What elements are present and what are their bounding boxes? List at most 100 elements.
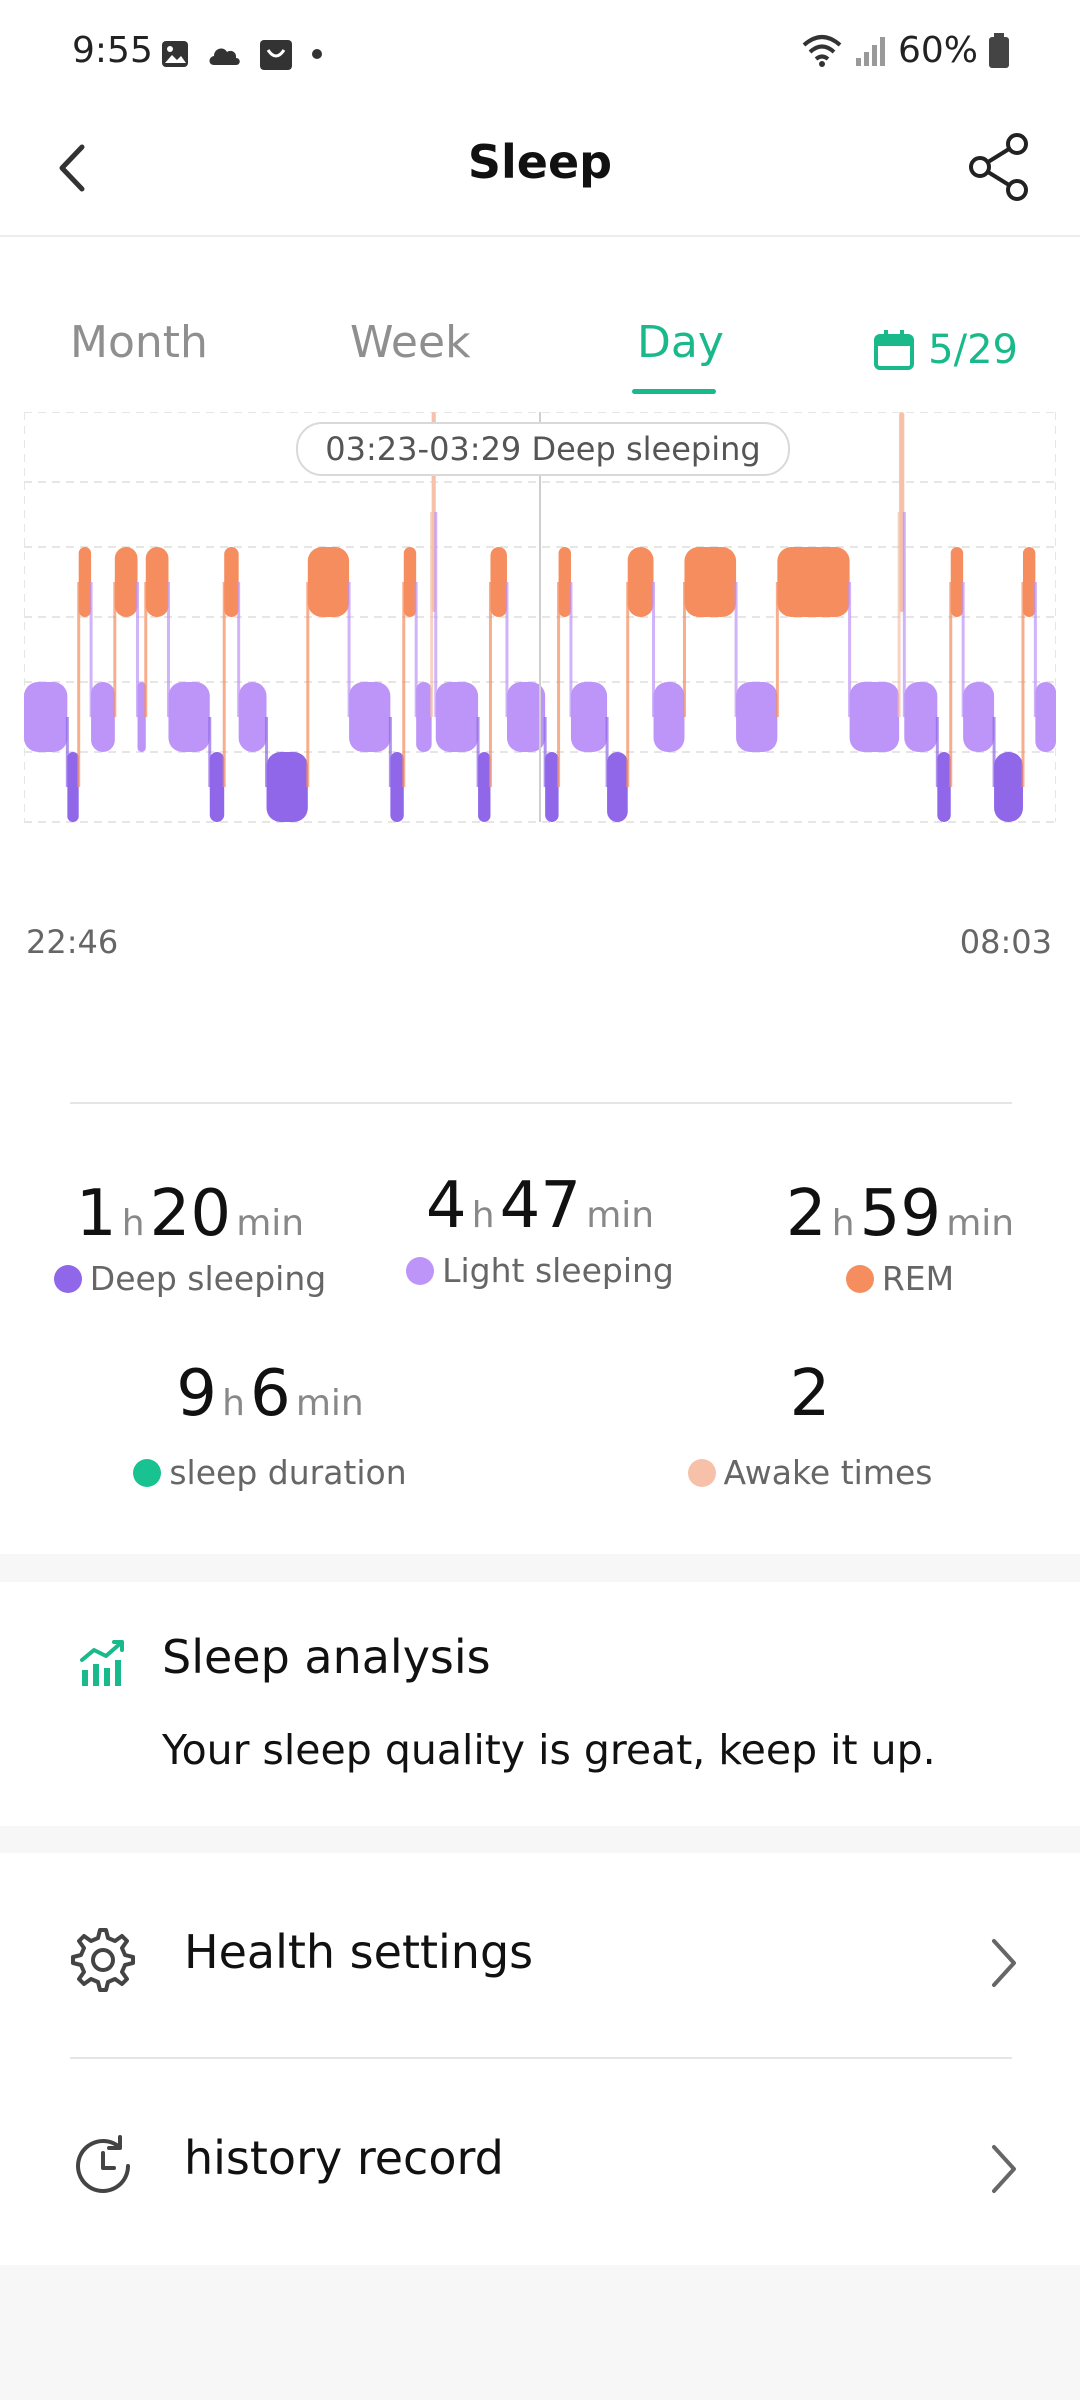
stat-awake-value: 2 xyxy=(789,1357,831,1431)
menu-health-settings[interactable]: Health settings xyxy=(0,1853,1080,2059)
sleep-segment-rem xyxy=(950,547,964,617)
sleep-chart[interactable]: 03:23-03:29 Deep sleeping xyxy=(23,411,1057,842)
sleep-segment-rem xyxy=(777,547,850,617)
sleep-segment-rem xyxy=(627,547,654,617)
share-icon xyxy=(969,133,1028,201)
sleep-segment-light xyxy=(570,682,608,752)
sleep-segment-light xyxy=(1035,682,1056,752)
sleep-segment-deep xyxy=(67,752,79,822)
sleep-segment-light xyxy=(904,682,938,752)
sleep-segment-light xyxy=(168,682,210,752)
page-title: Sleep xyxy=(467,135,613,189)
sleep-segment-rem xyxy=(558,547,571,617)
analysis-text: Your sleep quality is great, keep it up. xyxy=(162,1726,936,1774)
sleep-segment-light xyxy=(849,682,900,752)
sleep-segment-light xyxy=(238,682,267,752)
stat-duration-label: sleep duration xyxy=(169,1453,407,1492)
stat-rem: 2 h 59 min REM xyxy=(750,1177,1050,1298)
stat-awake-label: Awake times xyxy=(723,1453,933,1492)
sleep-segment-deep xyxy=(266,752,308,822)
stat-deep-minutes-unit: min xyxy=(236,1203,305,1244)
sleep-segment-deep xyxy=(545,752,559,822)
tab-week[interactable]: Week xyxy=(350,317,471,368)
history-icon xyxy=(76,2135,130,2193)
stat-duration-hours: 9 xyxy=(176,1357,217,1431)
chart-tooltip: 03:23-03:29 Deep sleeping xyxy=(296,422,790,476)
sleep-segment-light xyxy=(736,682,778,752)
status-icons-left xyxy=(160,36,324,72)
sleep-segment-deep xyxy=(994,752,1023,822)
menu-history-record[interactable]: history record xyxy=(0,2059,1080,2265)
battery-percent: 60% xyxy=(897,30,978,71)
menu-card: Health settings history record xyxy=(0,1853,1080,2265)
sleep-segment-light xyxy=(653,682,685,752)
sleep-segment-light xyxy=(349,682,391,752)
stat-deep-minutes: 20 xyxy=(149,1177,232,1251)
sleep-segment-light xyxy=(963,682,995,752)
sleep-analysis-card: Sleep analysis Your sleep quality is gre… xyxy=(0,1582,1080,1826)
wifi-icon xyxy=(802,34,842,67)
sleep-segment-light xyxy=(91,682,115,752)
sleep-segment-rem xyxy=(490,547,507,617)
stat-deep-hours-unit: h xyxy=(121,1203,145,1244)
stat-deep: 1 h 20 min Deep sleeping xyxy=(40,1177,340,1298)
stat-duration-hours-unit: h xyxy=(222,1383,245,1424)
stat-light-hours-unit: h xyxy=(471,1195,495,1236)
stat-rem-hours: 2 xyxy=(785,1177,827,1251)
sleep-segment-rem xyxy=(224,547,239,617)
sleep-segment-light xyxy=(435,682,479,752)
status-bar: 9:55 60% xyxy=(0,0,1080,105)
shop-icon xyxy=(260,40,292,70)
stat-duration-minutes: 6 xyxy=(250,1357,291,1431)
battery-icon xyxy=(989,32,1009,68)
awake-dot xyxy=(687,1458,716,1487)
duration-dot xyxy=(133,1458,162,1487)
cloud-icon xyxy=(209,48,240,65)
sleep-segment-rem xyxy=(1022,547,1036,617)
chart-time-end: 08:03 xyxy=(959,923,1052,961)
sleep-segment-deep xyxy=(607,752,628,822)
calendar-icon xyxy=(874,330,915,370)
tab-day-underline xyxy=(632,389,716,394)
sleep-segment-light xyxy=(24,682,68,752)
status-right: 60% xyxy=(800,30,1010,71)
date-label: 5/29 xyxy=(928,327,1018,373)
dot-icon xyxy=(312,49,322,59)
stat-light: 4 h 47 min Light sleeping xyxy=(390,1169,690,1290)
sleep-segment-deep xyxy=(478,752,491,822)
sleep-segment-rem xyxy=(78,547,92,617)
stat-duration: 9 h 6 min sleep duration xyxy=(120,1357,420,1492)
gallery-icon xyxy=(162,41,188,67)
stat-rem-hours-unit: h xyxy=(831,1203,855,1244)
stat-rem-minutes-unit: min xyxy=(946,1203,1015,1244)
chevron-right-icon xyxy=(992,1939,1016,1987)
sleep-segment-deep xyxy=(390,752,404,822)
stat-deep-label: Deep sleeping xyxy=(89,1259,327,1298)
stat-awake: 2 Awake times xyxy=(660,1357,960,1492)
sleep-segment-light xyxy=(416,682,432,752)
tab-day[interactable]: Day xyxy=(637,317,724,368)
stat-light-label: Light sleeping xyxy=(442,1251,674,1290)
menu-history-record-label: history record xyxy=(184,2131,504,2185)
sleep-segment-deep xyxy=(937,752,951,822)
stat-rem-minutes: 59 xyxy=(859,1177,942,1251)
sleep-main-card: Month Week Day 5/29 03:23-03:29 Deep sle… xyxy=(0,237,1080,1554)
tab-month[interactable]: Month xyxy=(70,317,208,368)
sleep-segment-rem xyxy=(684,547,737,617)
deep-dot xyxy=(53,1264,82,1293)
stats-divider xyxy=(70,1102,1012,1104)
signal-icon xyxy=(855,36,885,66)
stat-light-minutes-unit: min xyxy=(586,1195,655,1236)
light-dot xyxy=(406,1256,435,1285)
status-time: 9:55 xyxy=(72,30,153,71)
stat-light-hours: 4 xyxy=(425,1169,467,1243)
stat-rem-label: REM xyxy=(881,1259,955,1298)
menu-health-settings-label: Health settings xyxy=(184,1925,534,1979)
app-bar: Sleep xyxy=(0,105,1080,237)
share-button[interactable] xyxy=(960,127,1040,207)
chart-trend-icon xyxy=(80,1640,124,1686)
chart-time-start: 22:46 xyxy=(26,923,119,961)
stat-light-minutes: 47 xyxy=(499,1169,582,1243)
date-picker[interactable]: 5/29 xyxy=(872,327,1018,373)
stat-deep-hours: 1 xyxy=(75,1177,117,1251)
